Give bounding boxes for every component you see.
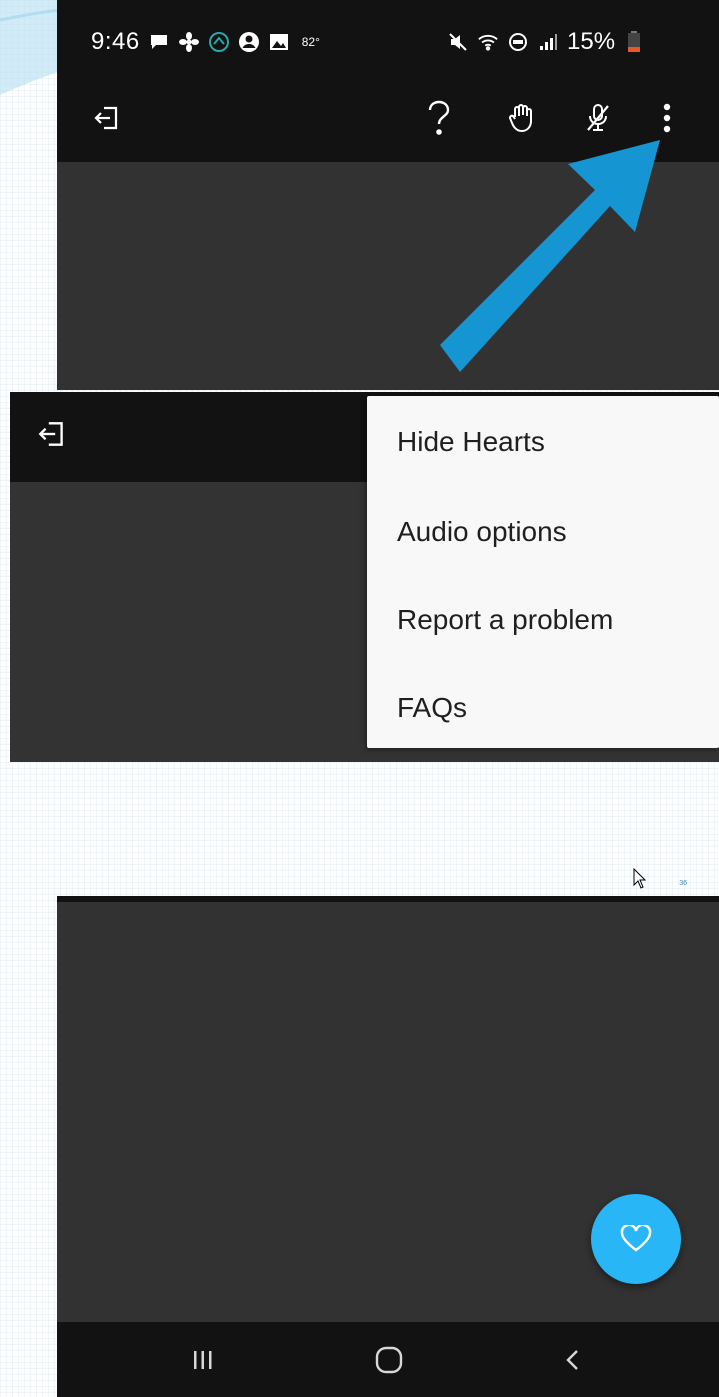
annotation-arrow <box>440 140 660 372</box>
android-nav-bar <box>57 1322 719 1397</box>
more-vert-icon[interactable] <box>645 96 689 140</box>
menu-item-hide-hearts[interactable]: Hide Hearts <box>367 396 719 488</box>
gallery-icon <box>268 31 290 53</box>
battery-percent: 15% <box>567 28 616 55</box>
status-temperature: 82° <box>301 35 320 49</box>
heart-icon <box>620 1225 652 1253</box>
home-icon[interactable] <box>367 1338 411 1382</box>
wifi-icon <box>477 31 499 53</box>
overflow-menu: Hide Hearts Audio options Report a probl… <box>367 396 719 748</box>
mic-off-icon[interactable] <box>576 96 620 140</box>
fan-icon <box>178 31 200 53</box>
menu-item-report-problem[interactable]: Report a problem <box>367 576 719 664</box>
battery-icon <box>623 31 645 53</box>
exit-icon[interactable] <box>32 414 72 454</box>
status-right: 15% <box>447 28 645 56</box>
status-left: 9:46 82° <box>91 28 320 56</box>
divider <box>57 896 719 902</box>
menu-item-audio-options[interactable]: Audio options <box>367 488 719 576</box>
menu-item-faqs[interactable]: FAQs <box>367 664 719 752</box>
help-icon[interactable] <box>417 96 461 140</box>
phone-screenshot-bottom <box>57 896 719 1397</box>
recents-icon[interactable] <box>181 1338 225 1382</box>
message-icon <box>148 31 170 53</box>
raise-hand-icon[interactable] <box>501 96 545 140</box>
back-icon[interactable] <box>551 1338 595 1382</box>
account-icon <box>238 31 260 53</box>
exit-icon[interactable] <box>85 96 129 140</box>
hearts-button[interactable] <box>591 1194 681 1284</box>
mouse-cursor-icon <box>633 868 647 889</box>
mute-icon <box>447 31 469 53</box>
volte-icon <box>507 31 529 53</box>
signal-icon <box>537 31 559 53</box>
status-bar: 9:46 82° 15% <box>57 0 719 90</box>
circle-app-icon <box>208 31 230 53</box>
slide-page-number: 36 <box>679 880 687 887</box>
status-time: 9:46 <box>91 28 140 55</box>
zoomed-menu-panel: Hide Hearts Audio options Report a probl… <box>10 392 719 762</box>
slide-background: 36 <box>57 762 719 896</box>
